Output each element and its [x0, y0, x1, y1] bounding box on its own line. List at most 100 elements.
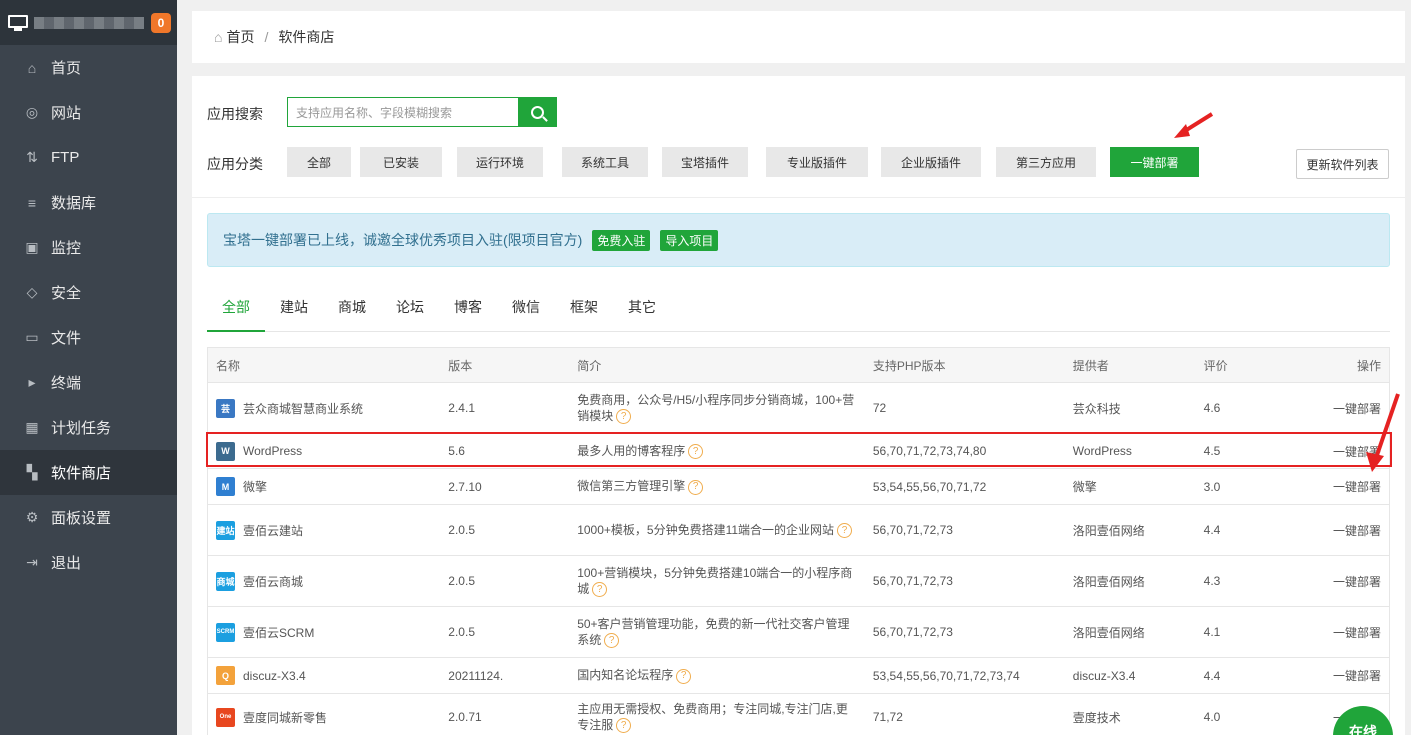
provider-link[interactable]: 芸众科技: [1073, 402, 1121, 416]
name-cell: M 微擎: [207, 468, 441, 505]
category-button-8[interactable]: 一键部署: [1110, 147, 1199, 177]
sidebar-item-10[interactable]: ⚙ 面板设置: [0, 495, 177, 540]
category-button-0[interactable]: 全部: [287, 147, 351, 177]
one-click-deploy-button[interactable]: 一键部署: [1333, 626, 1381, 640]
sidebar-item-2[interactable]: ⇅ FTP: [0, 135, 177, 180]
help-icon[interactable]: ?: [592, 582, 608, 598]
sidebar-item-8[interactable]: ▦ 计划任务: [0, 405, 177, 450]
sidebar-item-7[interactable]: ▸ 终端: [0, 360, 177, 405]
help-icon[interactable]: ?: [616, 718, 632, 734]
one-click-deploy-button[interactable]: 一键部署: [1333, 480, 1381, 494]
name-cell: 商城 壹佰云商城: [207, 555, 441, 607]
free-join-button[interactable]: 免费入驻: [592, 229, 651, 251]
provider-link[interactable]: 壹度技术: [1073, 711, 1121, 725]
search-input[interactable]: 支持应用名称、字段模糊搜索: [287, 97, 519, 127]
red-arrow-icon: [1366, 393, 1400, 472]
app-name: 芸众商城智慧商业系统: [243, 401, 364, 416]
one-click-deploy-button[interactable]: 一键部署: [1333, 575, 1381, 589]
app-logo-icon: 建站: [216, 520, 235, 540]
column-header: 名称: [207, 347, 441, 383]
sidebar-menu: ⌂ 首页 ◎ 网站 ⇅ FTP ≡ 数据库 ▣ 监控 ◇ 安全 ▭ 文件 ▸ 终端 ▦ 计划任务 ▚ 软件商店 ⚙ 面板设…: [0, 45, 177, 585]
category-button-7[interactable]: 第三方应用: [996, 147, 1096, 177]
search-button[interactable]: [518, 97, 557, 127]
ftp-icon: ⇅: [26, 149, 38, 165]
import-project-button[interactable]: 导入项目: [660, 229, 719, 251]
help-icon[interactable]: ?: [837, 523, 853, 539]
tab-7[interactable]: 其它: [613, 292, 671, 331]
php-versions: 71,72: [872, 710, 903, 724]
sidebar-item-3[interactable]: ≡ 数据库: [0, 180, 177, 225]
sidebar-item-label: 软件商店: [51, 465, 112, 482]
tab-1[interactable]: 建站: [265, 292, 323, 331]
breadcrumb-home[interactable]: 首页: [226, 27, 254, 47]
description: 1000+模板，5分钟免费搭建11端合一的企业网站: [577, 522, 835, 537]
one-click-deploy-button[interactable]: 一键部署: [1333, 524, 1381, 538]
sidebar-item-label: 首页: [51, 60, 82, 77]
tab-3[interactable]: 论坛: [381, 292, 439, 331]
sidebar-item-label: 退出: [51, 555, 82, 572]
category-button-1[interactable]: 已安装: [360, 147, 442, 177]
provider-link[interactable]: 洛阳壹佰网络: [1073, 626, 1145, 640]
app-logo-icon: SCRM: [216, 622, 235, 642]
sidebar-item-6[interactable]: ▭ 文件: [0, 315, 177, 360]
notification-badge[interactable]: 0: [151, 13, 171, 33]
rating: 4.4: [1203, 668, 1221, 683]
tab-2[interactable]: 商城: [323, 292, 381, 331]
provider-link[interactable]: 微擎: [1073, 480, 1097, 494]
php-versions: 56,70,71,72,73,74,80: [872, 444, 987, 458]
sidebar-item-1[interactable]: ◎ 网站: [0, 90, 177, 135]
name-cell: Qdiscuz-X3.4: [207, 657, 441, 694]
one-click-deploy-button[interactable]: 一键部署: [1333, 669, 1381, 683]
tab-6[interactable]: 框架: [555, 292, 613, 331]
breadcrumb: ⌂ 首页 / 软件商店: [192, 11, 1405, 63]
provider-link[interactable]: WordPress: [1073, 444, 1132, 458]
category-button-3[interactable]: 系统工具: [562, 147, 648, 177]
sidebar-item-0[interactable]: ⌂ 首页: [0, 45, 177, 90]
monitor-icon: [8, 14, 28, 31]
sidebar-item-4[interactable]: ▣ 监控: [0, 225, 177, 270]
help-icon[interactable]: ?: [616, 409, 632, 425]
tab-5[interactable]: 微信: [497, 292, 555, 331]
server-header[interactable]: 0: [0, 0, 177, 45]
sidebar-item-label: 终端: [51, 375, 82, 392]
version: 2.4.1: [448, 401, 475, 415]
rating: 4.4: [1203, 523, 1221, 537]
sidebar-item-label: 安全: [51, 285, 82, 302]
logout-icon: ⇥: [26, 554, 38, 570]
help-icon[interactable]: ?: [688, 479, 704, 495]
sidebar-item-11[interactable]: ⇥ 退出: [0, 540, 177, 585]
tab-4[interactable]: 博客: [439, 292, 497, 331]
table-header: 名称 版本 简介 支持PHP版本 提供者 评价 操作: [207, 347, 1390, 383]
category-button-5[interactable]: 专业版插件: [766, 147, 868, 177]
version: 2.0.5: [448, 574, 475, 588]
app-logo-icon: W: [216, 441, 235, 461]
sidebar-item-9[interactable]: ▚ 软件商店: [0, 450, 177, 495]
tab-0[interactable]: 全部: [207, 292, 265, 332]
table-row: Qdiscuz-X3.4 20211124. 国内知名论坛程序? 53,54,55,5…: [207, 657, 1390, 694]
update-software-list-button[interactable]: 更新软件列表: [1296, 149, 1389, 179]
tab-bar: 全部 建站 商城 论坛 博客 微信 框架 其它: [207, 292, 1390, 332]
version: 5.6: [448, 444, 465, 458]
category-button-2[interactable]: 运行环境: [457, 147, 543, 177]
search-label: 应用搜索: [207, 106, 263, 122]
help-icon[interactable]: ?: [676, 668, 692, 684]
sidebar-item-5[interactable]: ◇ 安全: [0, 270, 177, 315]
app-name: 壹佰云商城: [243, 574, 304, 589]
sidebar-item-label: 监控: [51, 240, 82, 257]
sidebar: 0 ⌂ 首页 ◎ 网站 ⇅ FTP ≡ 数据库 ▣ 监控 ◇ 安全 ▭ 文件 ▸ 终端 ▦ 计划任务 ▚ 软件商店 ⚙ 面…: [0, 0, 177, 735]
app-logo-icon: 芸: [216, 398, 235, 418]
rating: 4.6: [1203, 401, 1221, 415]
provider-link[interactable]: 洛阳壹佰网络: [1073, 575, 1145, 589]
rating: 4.1: [1203, 625, 1221, 639]
column-header: 支持PHP版本: [864, 347, 1065, 383]
table-row: 建站 壹佰云建站 2.0.5 1000+模板，5分钟免费搭建11端合一的企业网站? 56…: [207, 504, 1390, 556]
app-logo-icon: Q: [216, 666, 235, 685]
help-icon[interactable]: ?: [688, 444, 704, 460]
monitor-icon: ▣: [25, 239, 39, 255]
category-button-4[interactable]: 宝塔插件: [662, 147, 748, 177]
server-ip-blurred: [34, 16, 144, 29]
category-button-6[interactable]: 企业版插件: [881, 147, 981, 177]
provider-link[interactable]: 洛阳壹佰网络: [1073, 524, 1145, 538]
provider-link[interactable]: discuz-X3.4: [1073, 669, 1136, 683]
help-icon[interactable]: ?: [604, 633, 620, 649]
